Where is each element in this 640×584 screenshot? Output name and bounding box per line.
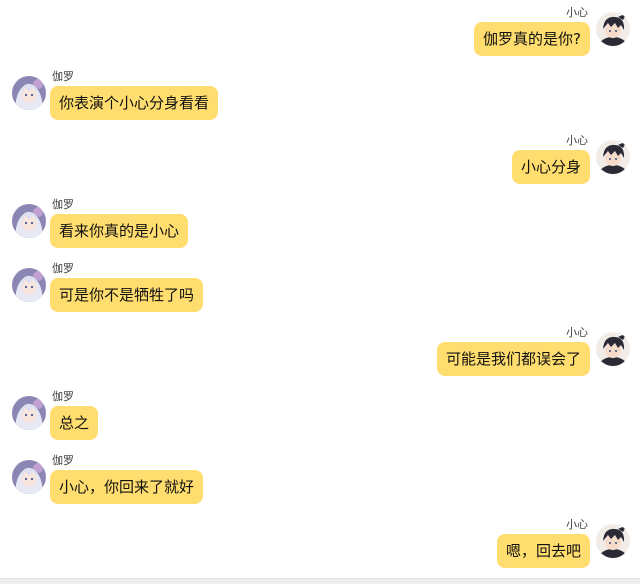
message-bubble[interactable]: 总之 [50,406,99,440]
message-bubble[interactable]: 可能是我们都误会了 [436,342,590,376]
boy-avatar-icon[interactable] [596,332,630,366]
message-row: 伽罗 看来你真的是小心 [0,198,640,258]
message-bubble[interactable]: 你表演个小心分身看看 [50,86,219,120]
message-row: 小心 嗯，回去吧 [0,518,640,578]
girl-avatar-icon[interactable] [12,76,46,110]
sender-name: 小心 [566,326,588,339]
message-row: 伽罗 小心，你回来了就好 [0,454,640,514]
sender-name: 小心 [566,518,588,531]
sender-name: 伽罗 [52,454,74,467]
boy-avatar-icon[interactable] [596,140,630,174]
message-row: 伽罗 总之 [0,390,640,450]
boy-avatar-icon[interactable] [596,524,630,558]
message-bubble[interactable]: 可是你不是牺牲了吗 [50,278,204,312]
message-row: 小心 伽罗真的是你? [0,6,640,66]
sender-name: 小心 [566,6,588,19]
message-bubble[interactable]: 伽罗真的是你? [474,22,590,56]
message-row: 伽罗 可是你不是牺牲了吗 [0,262,640,322]
bottom-divider [0,578,640,584]
sender-name: 伽罗 [52,70,74,83]
boy-avatar-icon[interactable] [596,12,630,46]
sender-name: 小心 [566,134,588,147]
message-bubble[interactable]: 小心分身 [511,150,590,184]
chat-window: 小心 伽罗真的是你? 伽罗 你表演个小心分身看看 小心 小心分身 伽罗 看来你真… [0,0,640,584]
girl-avatar-icon[interactable] [12,396,46,430]
girl-avatar-icon[interactable] [12,460,46,494]
message-bubble[interactable]: 小心，你回来了就好 [50,470,204,504]
girl-avatar-icon[interactable] [12,204,46,238]
message-row: 小心 小心分身 [0,134,640,194]
sender-name: 伽罗 [52,198,74,211]
message-bubble[interactable]: 看来你真的是小心 [50,214,189,248]
sender-name: 伽罗 [52,262,74,275]
message-row: 伽罗 你表演个小心分身看看 [0,70,640,130]
girl-avatar-icon[interactable] [12,268,46,302]
sender-name: 伽罗 [52,390,74,403]
message-row: 小心 可能是我们都误会了 [0,326,640,386]
message-bubble[interactable]: 嗯，回去吧 [496,534,590,568]
